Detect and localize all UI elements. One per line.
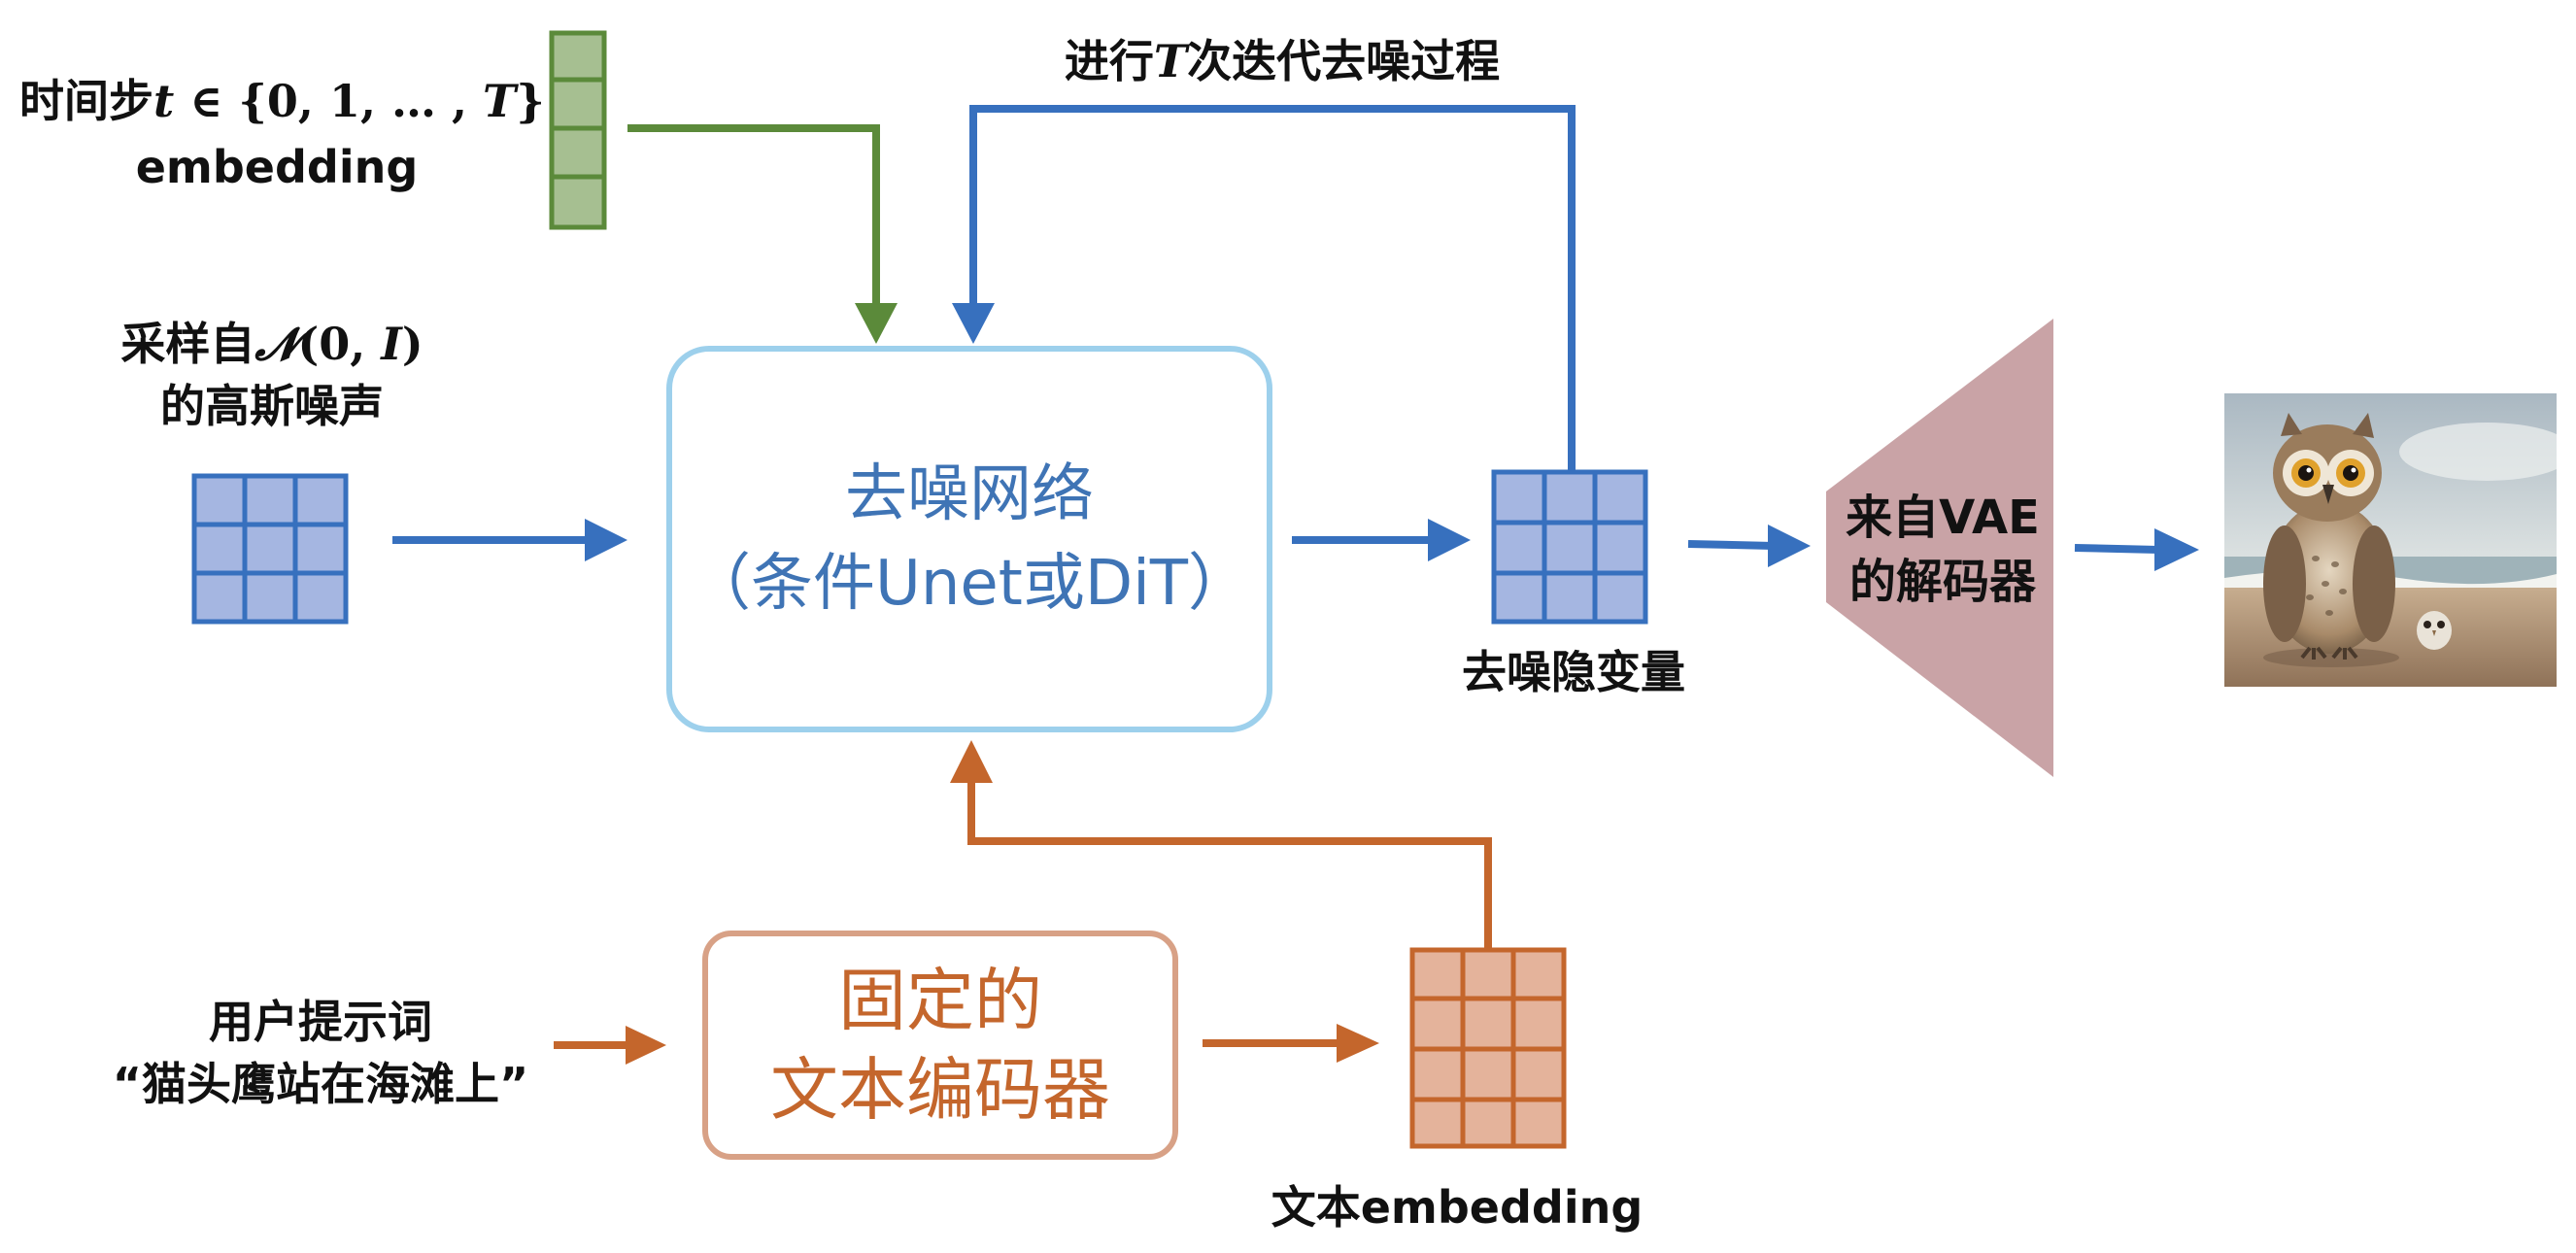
noise-line-1: 采样自𝓝(0, I) [78, 313, 466, 375]
loop-prefix: 进行 [1064, 35, 1154, 87]
loop-T: T [1153, 35, 1188, 87]
denoising-network-subtitle: （条件Unet或DiT） [688, 548, 1251, 620]
vae-decoder-line-2: 的解码器 [1848, 555, 2036, 609]
text-encoder-line-1: 固定的 [838, 961, 1042, 1040]
time-step-close: } [516, 75, 545, 127]
denoising-network-title: 去噪网络 [845, 458, 1094, 530]
user-prompt-label: 用户提示词 “猫头鹰站在海滩上” [19, 991, 622, 1115]
iteration-loop-label: 进行T次迭代去噪过程 [971, 29, 1593, 93]
time-embedding-arrow [627, 124, 898, 344]
generated-owl-image [2224, 393, 2557, 687]
text-embedding-grid [1409, 947, 1567, 1149]
latent-to-decoder-arrow [1687, 525, 1811, 567]
user-prompt-text: “猫头鹰站在海滩上” [112, 1058, 529, 1110]
time-step-variable: t [153, 75, 175, 127]
loop-suffix: 次迭代去噪过程 [1187, 35, 1501, 87]
noise-mean: 0 [319, 318, 351, 370]
denoised-latent-grid [1491, 469, 1648, 625]
vae-decoder-label: 来自VAE 的解码器 [1797, 486, 2088, 614]
text-embedding-label: 文本embedding [1271, 1181, 1644, 1234]
text-encoder-box: 固定的 文本编码器 [702, 931, 1178, 1160]
denoised-latent-label: 去噪隐变量 [1462, 646, 1685, 698]
diffusion-pipeline-diagram: 时间步t ∈ {0, 1, … , T} embedding 采样自𝓝(0, I… [0, 0, 2576, 1253]
gaussian-noise-grid [191, 473, 349, 625]
noise-args-close: ) [401, 318, 424, 370]
user-prompt-title: 用户提示词 [209, 996, 432, 1048]
noise-label: 采样自𝓝(0, I) 的高斯噪声 [78, 313, 466, 437]
noise-to-denoiser-arrow [392, 519, 627, 561]
noise-prefix: 采样自 [120, 318, 255, 370]
decoder-to-image-arrow [2074, 528, 2199, 571]
vae-decoder-line-1: 来自VAE [1846, 491, 2040, 545]
time-embedding-label: embedding [135, 141, 419, 193]
denoiser-to-latent-arrow [1292, 519, 1471, 561]
encoder-to-embedding-arrow [1203, 1024, 1379, 1063]
noise-args-open: ( [297, 318, 320, 370]
time-step-label: 时间步t ∈ {0, 1, … , T} embedding [19, 68, 545, 200]
noise-distribution-symbol: 𝓝 [254, 318, 298, 370]
noise-line-2: 的高斯噪声 [160, 380, 384, 432]
noise-covariance: I [381, 318, 402, 370]
text-encoder-line-2: 文本编码器 [770, 1050, 1110, 1130]
time-step-line: 时间步t ∈ {0, 1, … , T} [19, 68, 545, 134]
owl-illustration [2224, 393, 2557, 687]
time-embedding-vector [549, 30, 607, 230]
time-step-set: ∈ {0, 1, … , [174, 75, 484, 127]
noise-separator: , [350, 318, 382, 370]
denoising-network-box: 去噪网络 （条件Unet或DiT） [666, 346, 1272, 732]
time-step-T: T [483, 75, 517, 127]
embedding-to-denoiser-arrow [950, 740, 1492, 950]
time-step-prefix: 时间步 [19, 75, 153, 127]
